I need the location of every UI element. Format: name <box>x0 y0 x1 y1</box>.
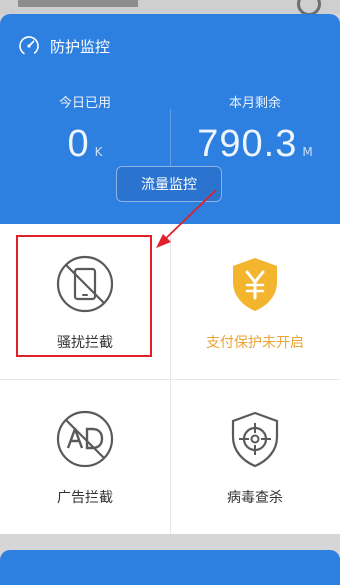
month-remaining-unit: M <box>302 145 313 159</box>
header-title: 防护监控 <box>50 37 111 56</box>
next-card-peek <box>0 550 340 585</box>
month-remaining-value: 790.3 <box>197 123 298 165</box>
protection-header: 防护监控 今日已用 0 K 本月剩余 790.3 M 流量监控 <box>0 14 340 224</box>
today-used-unit: K <box>94 145 103 159</box>
payment-protection-label: 支付保护未开启 <box>206 335 304 351</box>
ad-block-label: 广告拦截 <box>57 490 113 506</box>
header-title-row: 防护监控 <box>18 34 110 58</box>
no-phone-icon <box>55 254 115 318</box>
background-screen-peek <box>0 0 340 16</box>
today-used-label: 今日已用 <box>58 96 111 111</box>
harassment-block-label: 骚扰拦截 <box>57 335 113 351</box>
virus-scan-tile[interactable]: 病毒查杀 <box>170 379 340 534</box>
traffic-monitor-button[interactable]: 流量监控 <box>116 166 222 202</box>
yuan-shield-icon <box>225 254 285 318</box>
today-used-stat: 今日已用 0 K <box>0 92 170 166</box>
protection-card: 防护监控 今日已用 0 K 本月剩余 790.3 M 流量监控 骚扰拦截 支付保… <box>0 14 340 534</box>
payment-protection-tile[interactable]: 支付保护未开启 <box>170 224 340 379</box>
crosshair-shield-icon <box>225 409 285 473</box>
harassment-block-tile[interactable]: 骚扰拦截 <box>0 224 170 379</box>
today-used-value: 0 <box>67 123 90 165</box>
month-remaining-label: 本月剩余 <box>228 96 281 111</box>
ad-block-tile[interactable]: 广告拦截 <box>0 379 170 534</box>
today-used-value-row: 0 K <box>0 123 170 166</box>
month-remaining-stat: 本月剩余 790.3 M <box>170 92 340 166</box>
month-remaining-value-row: 790.3 M <box>170 123 340 166</box>
no-ad-icon <box>55 409 115 473</box>
speedometer-icon <box>18 35 40 57</box>
virus-scan-label: 病毒查杀 <box>227 490 283 506</box>
app-screen: 防护监控 今日已用 0 K 本月剩余 790.3 M 流量监控 骚扰拦截 支付保… <box>0 0 340 585</box>
